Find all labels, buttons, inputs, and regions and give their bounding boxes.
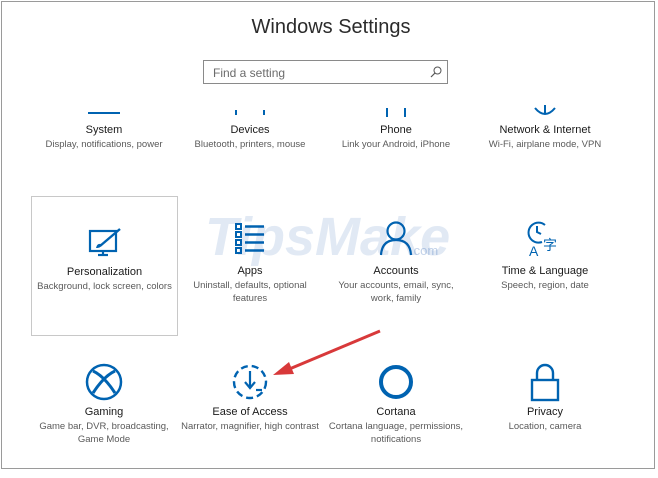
tile-description: Bluetooth, printers, mouse	[194, 139, 306, 150]
tile-label: System	[85, 124, 123, 136]
tile-description: Cortana language, permissions, notificat…	[328, 421, 464, 445]
apps-list-icon	[235, 223, 264, 254]
tile-description: Speech, region, date	[501, 280, 589, 291]
search-icon[interactable]	[430, 66, 442, 78]
ease-of-access-icon	[232, 364, 268, 400]
tile-label: Gaming	[84, 406, 124, 418]
tile-label: Time & Language	[501, 265, 589, 277]
search-box[interactable]	[203, 60, 448, 84]
tile-privacy[interactable]: Privacy Location, camera	[469, 340, 621, 478]
time-language-icon: A 字	[527, 221, 557, 258]
page-title: Windows Settings	[251, 16, 411, 38]
tile-label: Ease of Access	[212, 406, 288, 418]
xbox-icon	[85, 363, 123, 401]
tile-description: Display, notifications, power	[45, 139, 163, 150]
tile-label: Privacy	[526, 406, 564, 418]
tile-description: Narrator, magnifier, high contrast	[181, 421, 319, 432]
tile-cortana[interactable]: Cortana Cortana language, permissions, n…	[323, 340, 469, 478]
tile-description: Uninstall, defaults, optional features	[193, 280, 307, 304]
tile-apps[interactable]: Apps Uninstall, defaults, optional featu…	[177, 196, 323, 334]
tile-label: Devices	[230, 124, 270, 136]
svg-text:A: A	[529, 243, 539, 258]
tile-description: Link your Android, iPhone	[341, 139, 451, 150]
tile-description: Game bar, DVR, broadcasting, Game Mode	[39, 421, 169, 445]
tile-label: Cortana	[376, 406, 416, 418]
tile-label: Network & Internet	[499, 124, 591, 136]
phone-icon	[386, 108, 406, 117]
svg-text:字: 字	[543, 237, 557, 253]
tile-phone[interactable]: Phone Link your Android, iPhone	[323, 100, 469, 178]
tile-ease-of-access[interactable]: Ease of Access Narrator, magnifier, high…	[177, 340, 323, 478]
tile-description: Location, camera	[508, 421, 582, 432]
tile-accounts[interactable]: Accounts Your accounts, email, sync, wor…	[323, 196, 469, 334]
tile-network-internet[interactable]: Network & Internet Wi-Fi, airplane mode,…	[469, 100, 621, 178]
tile-description: Your accounts, email, sync, work, family	[338, 280, 454, 304]
search-input[interactable]	[211, 62, 425, 84]
person-icon	[379, 221, 413, 256]
tile-devices[interactable]: Devices Bluetooth, printers, mouse	[177, 100, 323, 178]
tile-personalization[interactable]: Personalization Background, lock screen,…	[31, 196, 178, 336]
cortana-icon	[379, 365, 413, 399]
tile-label: Apps	[237, 265, 263, 277]
globe-icon	[534, 105, 556, 115]
keyboard-icon	[235, 110, 265, 115]
tile-label: Personalization	[66, 266, 143, 278]
laptop-icon	[88, 112, 120, 114]
tile-label: Accounts	[373, 265, 419, 277]
lock-icon	[530, 363, 560, 402]
tile-description: Wi-Fi, airplane mode, VPN	[488, 139, 602, 150]
tile-time-language[interactable]: A 字 Time & Language Speech, region, date	[469, 196, 621, 334]
tile-description: Background, lock screen, colors	[37, 281, 172, 292]
tile-gaming[interactable]: Gaming Game bar, DVR, broadcasting, Game…	[31, 340, 177, 478]
paintbrush-icon	[88, 228, 121, 257]
tile-system[interactable]: System Display, notifications, power	[31, 100, 177, 178]
tile-label: Phone	[380, 124, 412, 136]
